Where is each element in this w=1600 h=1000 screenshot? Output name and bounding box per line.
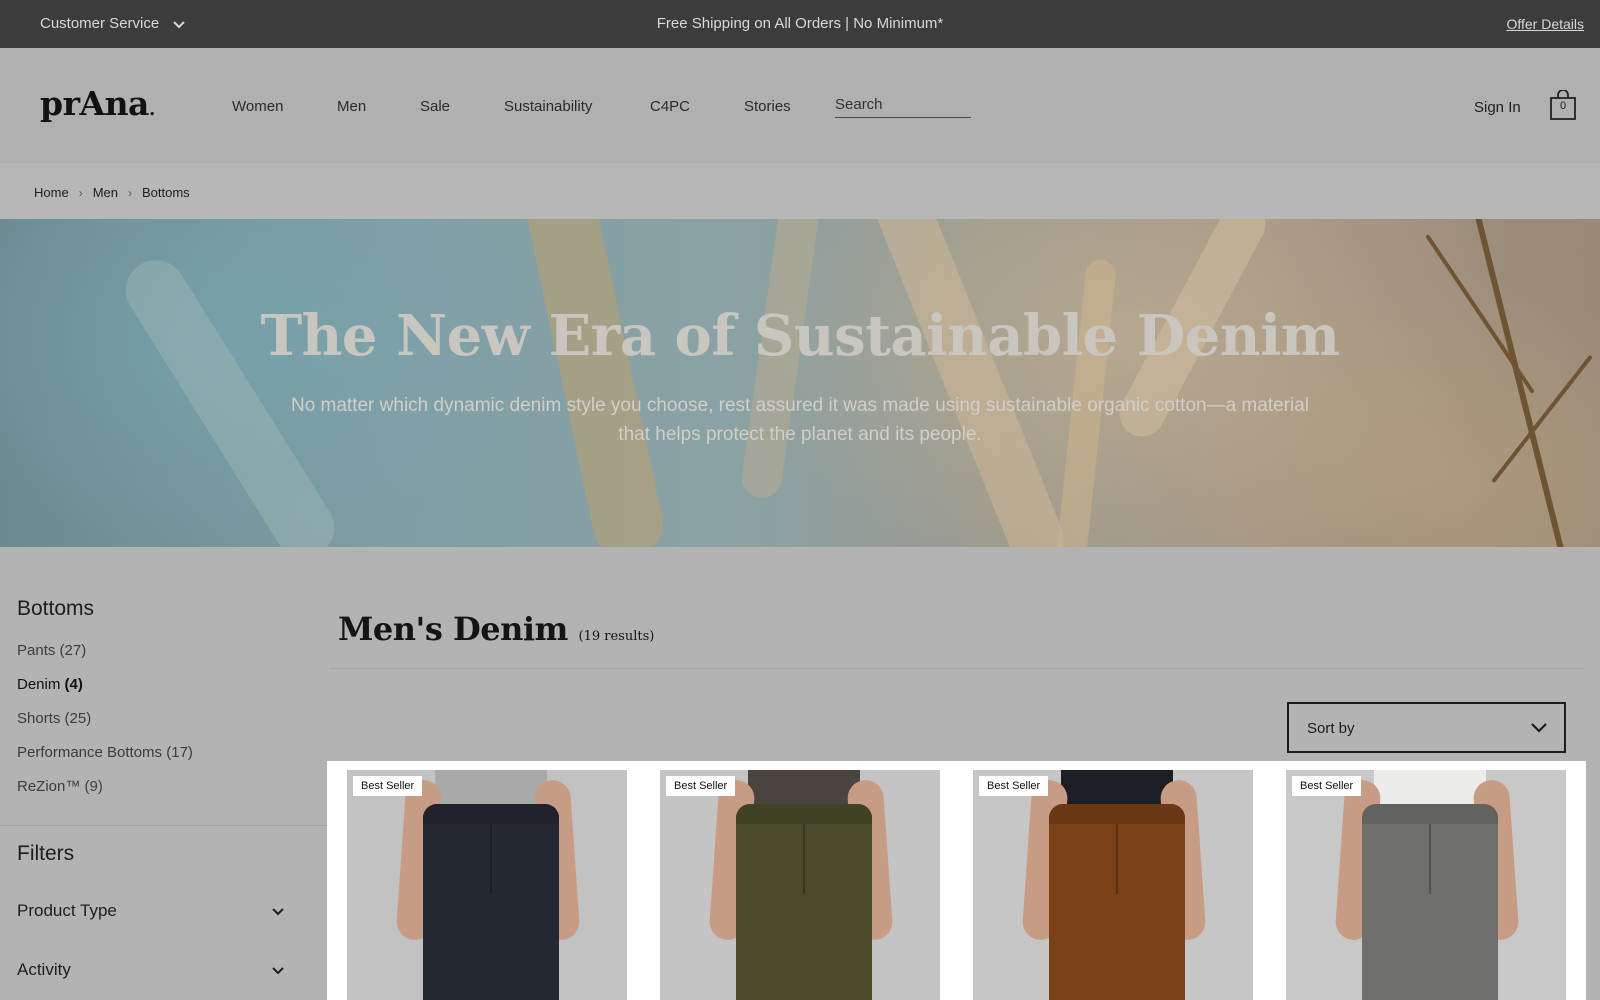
promo-text: Free Shipping on All Orders | No Minimum… [656, 15, 944, 32]
page-title: Men's Denim (19 results) [338, 610, 655, 648]
product-grid: Best Seller Best Seller Best Seller Best… [327, 761, 1586, 1000]
breadcrumb-separator-icon: › [127, 185, 132, 200]
filter-activity[interactable]: Activity [17, 960, 285, 980]
sidebar-title: Bottoms [17, 597, 95, 620]
nav-sustainability[interactable]: Sustainability [504, 98, 650, 115]
breadcrumb-separator-icon: › [78, 185, 83, 200]
hero-banner: The New Era of Sustainable Denim No matt… [0, 219, 1600, 547]
chevron-down-icon [272, 967, 284, 975]
results-count: (19 results) [578, 629, 655, 644]
category-denim[interactable]: Denim (4) [17, 676, 83, 693]
chevron-down-icon [1531, 723, 1547, 733]
search-box [835, 96, 971, 118]
filter-product-type[interactable]: Product Type [17, 901, 285, 921]
product-card[interactable]: Best Seller [973, 770, 1253, 1000]
product-card[interactable]: Best Seller [660, 770, 940, 1000]
category-performance-bottoms[interactable]: Performance Bottoms (17) [17, 744, 193, 761]
best-seller-badge: Best Seller [1292, 776, 1362, 796]
main-nav: Women Men Sale Sustainability C4PC Stori… [232, 98, 834, 115]
offer-details-link[interactable]: Offer Details [1506, 16, 1584, 32]
breadcrumb-men[interactable]: Men [93, 185, 118, 200]
nav-stories[interactable]: Stories [744, 98, 834, 115]
product-card[interactable]: Best Seller [1286, 770, 1566, 1000]
chevron-down-icon [272, 908, 284, 916]
breadcrumb-home[interactable]: Home [34, 185, 69, 200]
nav-women[interactable]: Women [232, 98, 337, 115]
search-input[interactable] [835, 96, 971, 113]
breadcrumb-bottoms[interactable]: Bottoms [142, 185, 190, 200]
category-rezion[interactable]: ReZion™ (9) [17, 778, 103, 795]
site-header: prAna. Women Men Sale Sustainability C4P… [0, 48, 1600, 162]
nav-c4pc[interactable]: C4PC [650, 98, 744, 115]
sort-by-label: Sort by [1307, 720, 1355, 737]
cart-button[interactable]: 0 [1550, 90, 1576, 120]
nav-sale[interactable]: Sale [420, 98, 504, 115]
hero-subtitle: No matter which dynamic denim style you … [290, 395, 1310, 445]
announcement-bar: Customer Service Free Shipping on All Or… [0, 0, 1600, 48]
best-seller-badge: Best Seller [979, 776, 1049, 796]
category-pants[interactable]: Pants (27) [17, 642, 86, 659]
breadcrumb: Home › Men › Bottoms [0, 162, 1600, 219]
title-divider [330, 668, 1584, 669]
sign-in-link[interactable]: Sign In [1474, 99, 1521, 116]
best-seller-badge: Best Seller [666, 776, 736, 796]
product-card[interactable]: Best Seller [347, 770, 627, 1000]
hero-title: The New Era of Sustainable Denim [260, 303, 1340, 369]
filters-title: Filters [17, 842, 75, 865]
sidebar-divider [0, 825, 346, 826]
category-shorts[interactable]: Shorts (25) [17, 710, 91, 727]
cart-count: 0 [1559, 100, 1567, 112]
sort-by-dropdown[interactable]: Sort by [1287, 702, 1566, 753]
best-seller-badge: Best Seller [353, 776, 423, 796]
prana-logo[interactable]: prAna. [40, 84, 155, 123]
nav-men[interactable]: Men [337, 98, 420, 115]
